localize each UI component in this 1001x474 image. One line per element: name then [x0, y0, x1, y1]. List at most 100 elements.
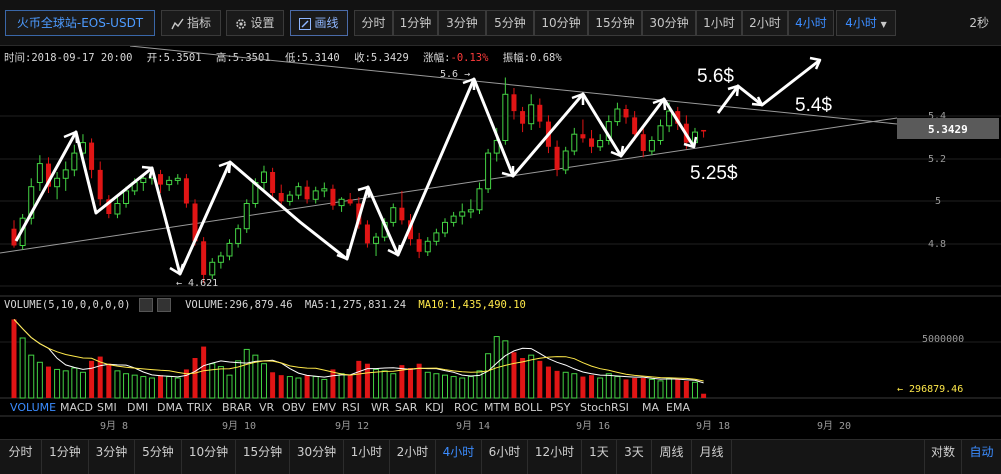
indicator-tab[interactable]: OBV — [282, 401, 305, 414]
volume-bar — [28, 354, 35, 399]
indicator-tab[interactable]: PSY — [550, 401, 570, 414]
indicators-button[interactable]: 指标 — [161, 10, 221, 36]
volume-bar — [467, 376, 474, 399]
period-9-active[interactable]: 4小时 — [788, 10, 834, 36]
bottom-period[interactable]: 15分钟 — [236, 440, 290, 474]
auto-scale-toggle[interactable]: 自动 — [962, 440, 1001, 474]
volume-bar — [304, 375, 310, 398]
symbol-selector[interactable]: 火币全球站-EOS-USDT — [5, 10, 155, 36]
indicator-tab[interactable]: MACD — [60, 401, 93, 414]
chart-grid — [0, 115, 1001, 417]
volume-bar — [347, 375, 353, 398]
log-scale-toggle[interactable]: 对数 — [924, 440, 962, 474]
volume-bar — [295, 377, 302, 399]
indicator-tab[interactable]: KDJ — [425, 401, 444, 414]
indicator-tab[interactable]: SMI — [97, 401, 117, 414]
bottom-period[interactable]: 3分钟 — [89, 440, 135, 474]
volume-bar — [390, 373, 397, 399]
candle-body — [286, 194, 293, 202]
refresh-rate: 2秒 — [969, 16, 989, 30]
indicator-tab[interactable]: BOLL — [514, 401, 542, 414]
bottom-period[interactable]: 5分钟 — [135, 440, 182, 474]
indicator-tab[interactable]: RSI — [342, 401, 360, 414]
period-6[interactable]: 30分钟 — [642, 10, 696, 36]
period-1[interactable]: 1分钟 — [393, 10, 438, 36]
settings-button[interactable]: 设置 — [226, 10, 284, 36]
arrow-head — [357, 185, 371, 198]
candle-body — [270, 172, 276, 193]
volume-bar — [321, 378, 328, 399]
period-8[interactable]: 2小时 — [742, 10, 788, 36]
draw-line-button[interactable]: 画线 — [290, 10, 348, 36]
indicator-tab[interactable]: MTM — [484, 401, 510, 414]
bottom-period[interactable]: 2小时 — [390, 440, 436, 474]
period-4[interactable]: 10分钟 — [534, 10, 588, 36]
period-5[interactable]: 15分钟 — [588, 10, 642, 36]
period-2[interactable]: 3分钟 — [438, 10, 486, 36]
volume-bar — [192, 358, 198, 398]
period-0[interactable]: 分时 — [354, 10, 393, 36]
candle-body — [89, 142, 95, 170]
bottom-period[interactable]: 1小时 — [344, 440, 390, 474]
volume-bar — [433, 373, 440, 399]
indicator-tab[interactable]: TRIX — [187, 401, 212, 414]
date-tick: 9月 8 — [100, 420, 128, 432]
bottom-period[interactable]: 10分钟 — [182, 440, 236, 474]
volume-bar — [330, 369, 336, 398]
current-price-text: 5.3429 — [928, 123, 968, 136]
bottom-period[interactable]: 1分钟 — [42, 440, 89, 474]
candle-body — [502, 93, 509, 141]
candle-body — [243, 203, 250, 230]
indicator-tab[interactable]: EMA — [666, 401, 690, 414]
period-dropdown[interactable]: 4小时 ▼ — [836, 10, 896, 36]
volume-bar — [36, 361, 43, 399]
indicator-tab[interactable]: ROC — [454, 401, 478, 414]
volume-bar — [554, 370, 560, 398]
bottom-period[interactable]: 分时 — [0, 440, 42, 474]
candle-body — [562, 150, 569, 171]
indicator-tab[interactable]: DMA — [157, 401, 183, 414]
close-icon[interactable] — [156, 298, 171, 312]
indicator-tab[interactable]: BRAR — [222, 401, 252, 414]
candle-body — [158, 174, 164, 185]
bottom-period[interactable]: 1天 — [582, 440, 617, 474]
volume-bar — [675, 379, 681, 398]
indicator-tab[interactable]: WR — [371, 401, 390, 414]
bottom-period[interactable]: 30分钟 — [290, 440, 344, 474]
volume-bar — [537, 360, 543, 398]
indicator-tab[interactable]: StochRSI — [580, 401, 629, 414]
candle-body — [623, 109, 629, 118]
volume-bar — [373, 368, 380, 399]
indicator-tab[interactable]: EMV — [312, 401, 336, 414]
volume-bar — [201, 346, 207, 398]
candle-body — [399, 207, 405, 221]
top-toolbar: 火币全球站-EOS-USDT 指标 设置 画线 分时 1分钟 3分钟 5分钟 1… — [0, 0, 1001, 46]
indicator-tab[interactable]: MA — [642, 401, 659, 414]
bottom-period[interactable]: 周线 — [652, 440, 692, 474]
price-chart[interactable]: 5.4 5.2 5 4.8 5.3429 5.6 → ← 4.621 5.6$ … — [0, 46, 1001, 439]
volume-bar — [217, 366, 224, 399]
chevron-down-icon: ▼ — [880, 20, 887, 29]
bottom-period-active[interactable]: 4小时 — [436, 440, 482, 474]
indicator-tab[interactable]: SAR — [395, 401, 417, 414]
price-tick-5: 5 — [935, 196, 941, 207]
candle-body — [260, 171, 267, 183]
candle-body — [657, 125, 664, 142]
gear-icon[interactable] — [138, 298, 153, 312]
target-label-5-6: 5.6$ — [697, 66, 734, 87]
indicator-tab[interactable]: VOLUME — [10, 401, 56, 414]
volume-bar — [89, 360, 95, 398]
candle-body — [520, 111, 526, 124]
period-7[interactable]: 1小时 — [696, 10, 742, 36]
bottom-period[interactable]: 月线 — [692, 440, 732, 474]
period-3[interactable]: 5分钟 — [486, 10, 534, 36]
bottom-period[interactable]: 6小时 — [482, 440, 528, 474]
candle-body — [62, 169, 69, 179]
chart-icon — [171, 18, 184, 29]
indicator-tab[interactable]: DMI — [127, 401, 148, 414]
candle-body — [614, 108, 621, 123]
bottom-period[interactable]: 3天 — [617, 440, 652, 474]
indicator-tab[interactable]: VR — [259, 401, 274, 414]
bottom-period[interactable]: 12小时 — [528, 440, 582, 474]
volume-bar — [632, 378, 638, 398]
